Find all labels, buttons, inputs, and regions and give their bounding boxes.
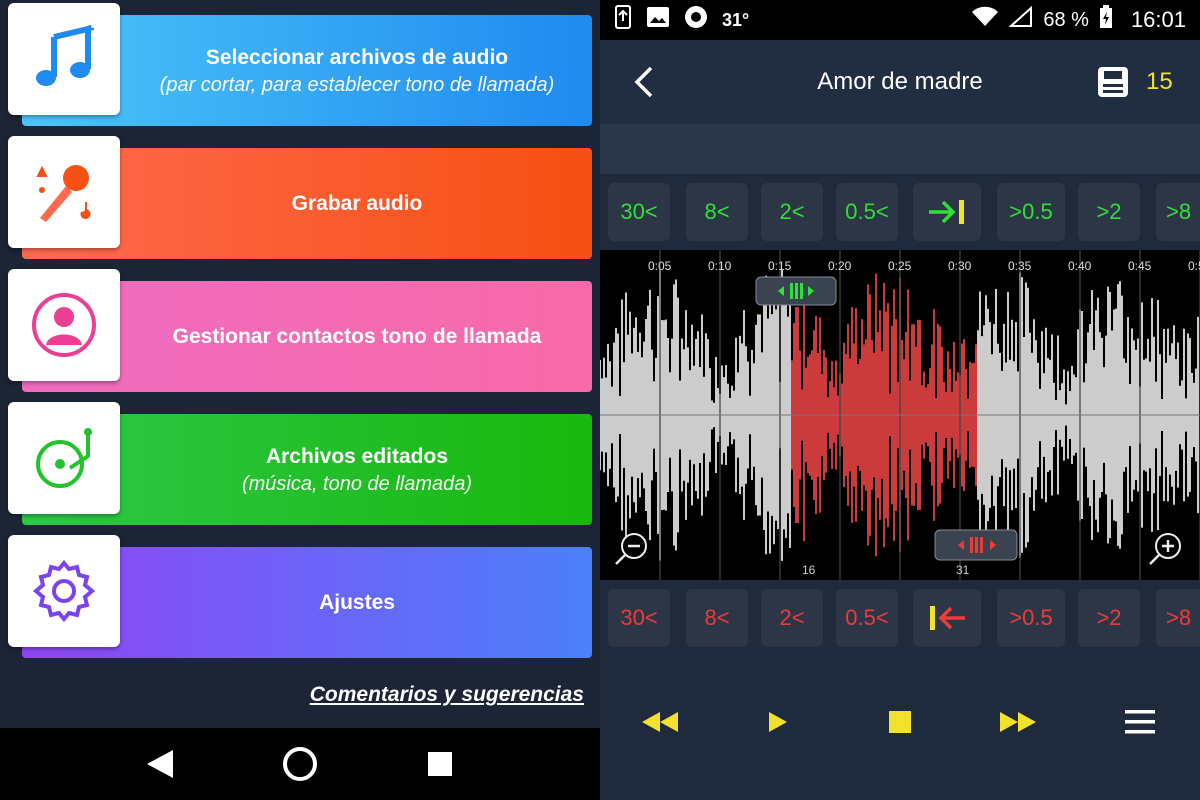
- timeline-label: 0:35: [1008, 259, 1032, 273]
- play-icon[interactable]: [748, 700, 808, 744]
- menu-item-select-audio[interactable]: Seleccionar archivos de audio (par corta…: [8, 3, 594, 126]
- menu-title: Seleccionar archivos de audio: [205, 45, 509, 69]
- clock-text: 16:01: [1130, 7, 1186, 32]
- end-back-2-button[interactable]: 2<: [761, 589, 823, 647]
- menu-item-edited-files[interactable]: Archivos editados (música, tono de llama…: [8, 402, 594, 525]
- timeline-label: 0:25: [888, 259, 912, 273]
- temperature-text: 31°: [722, 9, 750, 30]
- navigation-bar: [0, 728, 600, 800]
- start-handle[interactable]: [755, 276, 837, 306]
- main-menu-screen: Seleccionar archivos de audio (par corta…: [0, 0, 600, 800]
- start-back-2-button[interactable]: 2<: [761, 183, 823, 241]
- end-marker-label: 31: [956, 563, 970, 577]
- fast-forward-icon[interactable]: [988, 700, 1048, 744]
- image-icon: [646, 6, 670, 34]
- screenshot-icon: [614, 5, 632, 35]
- info-strip: [600, 124, 1200, 174]
- menu-title: Gestionar contactos tono de llamada: [172, 324, 542, 348]
- battery-icon: [1099, 5, 1113, 35]
- set-end-icon[interactable]: [913, 589, 981, 647]
- editor-toolbar: Amor de madre 15: [600, 40, 1200, 124]
- rewind-icon[interactable]: [630, 700, 690, 744]
- menu-title: Ajustes: [319, 590, 395, 614]
- signal-icon: [1008, 5, 1033, 34]
- waveform-editor[interactable]: 0:050:100:150:200:250:300:350:400:450:5 …: [600, 250, 1200, 580]
- end-back-30-button[interactable]: 30<: [608, 589, 670, 647]
- audio-editor-screen: 31° 68 % 16:01 Amor de madre 15 30< 8< 2…: [600, 0, 1200, 800]
- contact-icon: [8, 269, 120, 381]
- end-handle[interactable]: [934, 529, 1018, 561]
- end-forward-8-button[interactable]: >8: [1156, 589, 1200, 647]
- start-marker-label: 16: [802, 563, 816, 577]
- start-seek-row: 30< 8< 2< 0.5< >0.5 >2 >8: [600, 174, 1200, 250]
- menu-title: Archivos editados: [265, 444, 449, 468]
- timeline-label: 0:45: [1128, 259, 1152, 273]
- save-icon[interactable]: [1094, 62, 1132, 102]
- timeline-label: 0:40: [1068, 259, 1092, 273]
- nav-home-icon[interactable]: [280, 744, 320, 784]
- timeline-label: 0:20: [828, 259, 852, 273]
- timeline-label: 0:05: [648, 259, 672, 273]
- saved-files-count: 15: [1146, 68, 1173, 95]
- start-forward-2-button[interactable]: >2: [1078, 183, 1140, 241]
- end-back-8-button[interactable]: 8<: [686, 589, 748, 647]
- music-note-icon: [8, 3, 120, 115]
- timeline-label: 0:15: [768, 259, 792, 273]
- playback-controls: [600, 656, 1200, 800]
- start-forward-05-button[interactable]: >0.5: [997, 183, 1065, 241]
- turntable-icon: [8, 402, 120, 514]
- end-back-05-button[interactable]: 0.5<: [836, 589, 898, 647]
- menu-subtitle: (par cortar, para establecer tono de lla…: [159, 73, 555, 96]
- nav-recents-icon[interactable]: [420, 744, 460, 784]
- start-forward-8-button[interactable]: >8: [1156, 183, 1200, 241]
- status-bar: 31° 68 % 16:01: [600, 0, 1200, 40]
- microphone-icon: [8, 136, 120, 248]
- zoom-out-icon[interactable]: [615, 533, 647, 565]
- timeline-label: 0:5: [1188, 259, 1200, 273]
- menu-item-record-audio[interactable]: Grabar audio: [8, 136, 594, 259]
- menu-item-contacts-ringtone[interactable]: Gestionar contactos tono de llamada: [8, 269, 594, 392]
- sync-icon: [684, 5, 708, 35]
- battery-text: 68 %: [1043, 8, 1089, 31]
- stop-icon[interactable]: [870, 700, 930, 744]
- start-back-05-button[interactable]: 0.5<: [836, 183, 898, 241]
- end-forward-05-button[interactable]: >0.5: [997, 589, 1065, 647]
- set-start-icon[interactable]: [913, 183, 981, 241]
- timeline-label: 0:30: [948, 259, 972, 273]
- start-back-8-button[interactable]: 8<: [686, 183, 748, 241]
- end-seek-row: 30< 8< 2< 0.5< >0.5 >2 >8: [600, 580, 1200, 656]
- feedback-link[interactable]: Comentarios y sugerencias: [310, 683, 584, 707]
- timeline-label: 0:10: [708, 259, 732, 273]
- menu-item-settings[interactable]: Ajustes: [8, 535, 594, 658]
- menu-icon[interactable]: [1110, 700, 1170, 744]
- gear-icon: [8, 535, 120, 647]
- wifi-icon: [971, 6, 999, 34]
- menu-subtitle: (música, tono de llamada): [241, 472, 473, 495]
- end-forward-2-button[interactable]: >2: [1078, 589, 1140, 647]
- menu-title: Grabar audio: [291, 191, 423, 215]
- zoom-in-icon[interactable]: [1149, 533, 1181, 565]
- waveform-canvas[interactable]: 0:050:100:150:200:250:300:350:400:450:5 …: [600, 250, 1200, 580]
- start-back-30-button[interactable]: 30<: [608, 183, 670, 241]
- nav-back-icon[interactable]: [140, 744, 180, 784]
